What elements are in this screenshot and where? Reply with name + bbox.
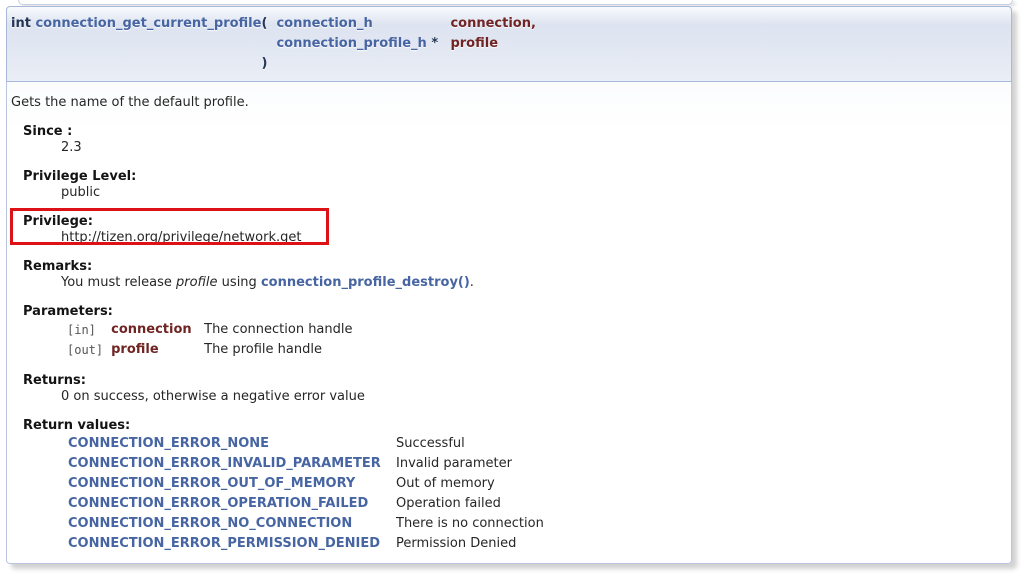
function-doc-body: Gets the name of the default profile. Si… [6, 82, 1012, 564]
return-value-row: CONNECTION_ERROR_NONE Successful [68, 434, 552, 454]
remarks-label: Remarks: [23, 259, 1005, 275]
privilege-level-section: Privilege Level: public [23, 169, 1005, 201]
remarks-text-before: You must release [61, 275, 176, 290]
error-description: There is no connection [396, 514, 552, 534]
privilege-level-label: Privilege Level: [23, 169, 1005, 185]
signature-param-name: connection, [450, 14, 535, 34]
param-type-link-connection-h[interactable]: connection_h [276, 16, 372, 31]
signature-param-name: profile [450, 34, 535, 54]
return-values-label: Return values: [23, 418, 1005, 434]
remarks-text-middle: using [218, 275, 261, 290]
error-description: Out of memory [396, 474, 552, 494]
previous-section-bottom-edge [18, 0, 1013, 5]
returns-value: 0 on success, otherwise a negative error… [61, 389, 1005, 405]
error-code-link[interactable]: CONNECTION_ERROR_NO_CONNECTION [68, 516, 352, 531]
param-name: connection [111, 320, 204, 340]
param-direction: [in] [67, 320, 111, 340]
parameters-section: Parameters: [in] connection The connecti… [23, 304, 1005, 360]
remarks-text-after: . [470, 275, 474, 290]
error-code-link[interactable]: CONNECTION_ERROR_OUT_OF_MEMORY [68, 476, 355, 491]
return-value-row: CONNECTION_ERROR_OPERATION_FAILED Operat… [68, 494, 552, 514]
remarks-text: You must release profile using connectio… [61, 275, 1005, 291]
function-name: connection_get_current_profile [35, 16, 261, 31]
privilege-level-value: public [61, 185, 1005, 201]
returns-section: Returns: 0 on success, otherwise a negat… [23, 373, 1005, 405]
signature-row: ) [11, 54, 536, 74]
return-value-row: CONNECTION_ERROR_INVALID_PARAMETER Inval… [68, 454, 552, 474]
error-description: Invalid parameter [396, 454, 552, 474]
parameter-row: [in] connection The connection handle [67, 320, 361, 340]
remarks-emphasis: profile [176, 275, 218, 290]
function-doc-block: int connection_get_current_profile ( con… [6, 6, 1012, 564]
param-description: The connection handle [204, 320, 360, 340]
error-code-link[interactable]: CONNECTION_ERROR_OPERATION_FAILED [68, 496, 368, 511]
privilege-label: Privilege: [23, 214, 1005, 230]
parameters-table: [in] connection The connection handle [o… [67, 320, 361, 360]
param-type-link-connection-profile-h[interactable]: connection_profile_h [276, 36, 426, 51]
return-type: int [11, 16, 31, 31]
error-description: Operation failed [396, 494, 552, 514]
return-value-row: CONNECTION_ERROR_OUT_OF_MEMORY Out of me… [68, 474, 552, 494]
since-value: 2.3 [61, 140, 1005, 156]
error-code-link[interactable]: CONNECTION_ERROR_PERMISSION_DENIED [68, 536, 380, 551]
return-values-section: Return values: CONNECTION_ERROR_NONE Suc… [23, 418, 1005, 554]
connection-profile-destroy-link[interactable]: connection_profile_destroy() [261, 275, 470, 290]
privilege-section: Privilege: http://tizen.org/privilege/ne… [23, 214, 1005, 246]
error-description: Successful [396, 434, 552, 454]
signature-row: int connection_get_current_profile ( con… [11, 14, 536, 34]
error-code-link[interactable]: CONNECTION_ERROR_INVALID_PARAMETER [68, 456, 381, 471]
return-value-row: CONNECTION_ERROR_NO_CONNECTION There is … [68, 514, 552, 534]
brief-description: Gets the name of the default profile. [11, 95, 1005, 111]
return-value-row: CONNECTION_ERROR_PERMISSION_DENIED Permi… [68, 534, 552, 554]
error-description: Permission Denied [396, 534, 552, 554]
close-paren: ) [261, 54, 276, 74]
since-label: Since : [23, 124, 1005, 140]
function-signature-header: int connection_get_current_profile ( con… [6, 6, 1012, 82]
since-section: Since : 2.3 [23, 124, 1005, 156]
return-values-table: CONNECTION_ERROR_NONE Successful CONNECT… [68, 434, 552, 554]
privilege-value: http://tizen.org/privilege/network.get [61, 230, 1005, 246]
param-direction: [out] [67, 340, 111, 360]
open-paren: ( [261, 14, 276, 34]
param-name: profile [111, 340, 204, 360]
remarks-section: Remarks: You must release profile using … [23, 259, 1005, 291]
returns-label: Returns: [23, 373, 1005, 389]
parameter-row: [out] profile The profile handle [67, 340, 361, 360]
parameters-label: Parameters: [23, 304, 1005, 320]
signature-row: connection_profile_h * profile [11, 34, 536, 54]
pointer-mark: * [431, 36, 438, 51]
function-signature-table: int connection_get_current_profile ( con… [11, 14, 536, 74]
error-code-link[interactable]: CONNECTION_ERROR_NONE [68, 436, 269, 451]
param-description: The profile handle [204, 340, 360, 360]
